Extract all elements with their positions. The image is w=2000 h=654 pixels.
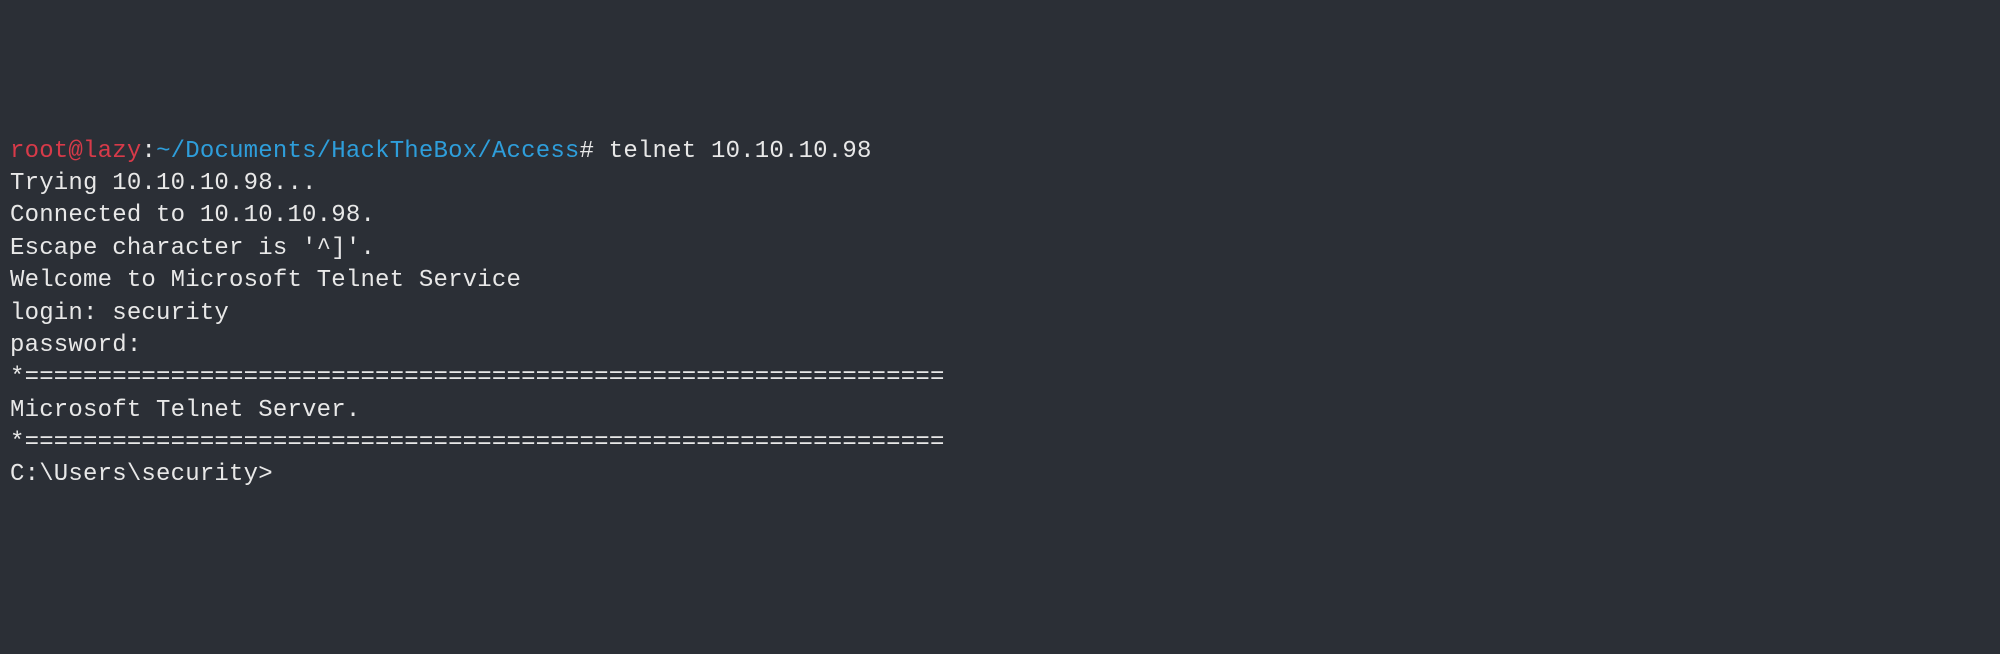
command-input[interactable]: telnet 10.10.10.98: [594, 138, 871, 165]
output-line: *=======================================…: [10, 427, 1990, 459]
prompt-at: @: [68, 138, 83, 165]
output-line: Welcome to Microsoft Telnet Service: [10, 265, 1990, 297]
windows-prompt[interactable]: C:\Users\security>: [10, 459, 1990, 491]
output-line: Connected to 10.10.10.98.: [10, 200, 1990, 232]
password-prompt[interactable]: password:: [10, 330, 1990, 362]
prompt-user: root: [10, 138, 68, 165]
output-line: Trying 10.10.10.98...: [10, 168, 1990, 200]
prompt-hash: #: [580, 138, 595, 165]
terminal-window[interactable]: root@lazy:~/Documents/HackTheBox/Access#…: [10, 136, 1990, 492]
output-line: Escape character is '^]'.: [10, 233, 1990, 265]
output-line: Microsoft Telnet Server.: [10, 395, 1990, 427]
prompt-path: ~/Documents/HackTheBox/Access: [156, 138, 579, 165]
login-prompt[interactable]: login: security: [10, 298, 1990, 330]
prompt-line[interactable]: root@lazy:~/Documents/HackTheBox/Access#…: [10, 136, 1990, 168]
prompt-host: lazy: [83, 138, 141, 165]
output-line: *=======================================…: [10, 362, 1990, 394]
prompt-colon: :: [141, 138, 156, 165]
